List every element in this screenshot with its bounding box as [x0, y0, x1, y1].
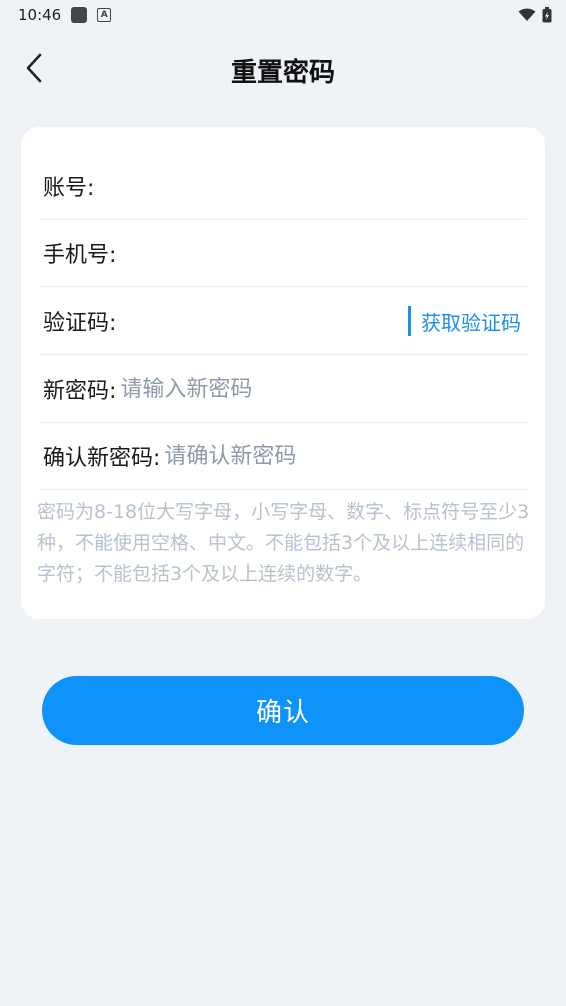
- confirm-password-input[interactable]: [160, 443, 527, 469]
- header: 重置密码: [0, 40, 566, 96]
- notification-a-icon: A: [97, 8, 112, 22]
- new-password-row: 新密码:: [40, 356, 527, 423]
- account-row: 账号:: [40, 153, 527, 220]
- code-row: 验证码: 获取验证码: [40, 288, 527, 355]
- status-bar-right: [518, 7, 552, 23]
- confirm-password-row: 确认新密码:: [40, 423, 527, 490]
- notification-app-icon: [71, 7, 88, 23]
- status-time: 10:46: [18, 6, 62, 24]
- account-label: 账号:: [43, 176, 95, 201]
- new-password-input[interactable]: [116, 376, 527, 402]
- phone-row: 手机号:: [40, 220, 527, 287]
- confirm-button[interactable]: 确认: [42, 676, 524, 745]
- phone-label: 手机号:: [43, 243, 117, 268]
- status-bar: 10:46 A: [0, 0, 566, 30]
- get-code-button[interactable]: 获取验证码: [408, 306, 521, 336]
- confirm-password-label: 确认新密码:: [43, 446, 161, 471]
- battery-icon: [542, 7, 552, 23]
- new-password-label: 新密码:: [43, 379, 117, 404]
- code-label: 验证码:: [43, 311, 117, 336]
- reset-password-form: 账号: 手机号: 验证码: 获取验证码 新密码: 确认新密码: 密码为8-18位…: [21, 127, 545, 619]
- status-bar-left: 10:46 A: [18, 6, 112, 24]
- wifi-icon: [518, 8, 536, 21]
- phone-input[interactable]: [116, 240, 527, 266]
- password-rules-hint: 密码为8-18位大写字母，小写字母、数字、标点符号至少3种，不能使用空格、中文。…: [37, 501, 530, 585]
- code-input[interactable]: [116, 308, 408, 334]
- page-title: 重置密码: [230, 58, 335, 88]
- account-input[interactable]: [94, 173, 527, 199]
